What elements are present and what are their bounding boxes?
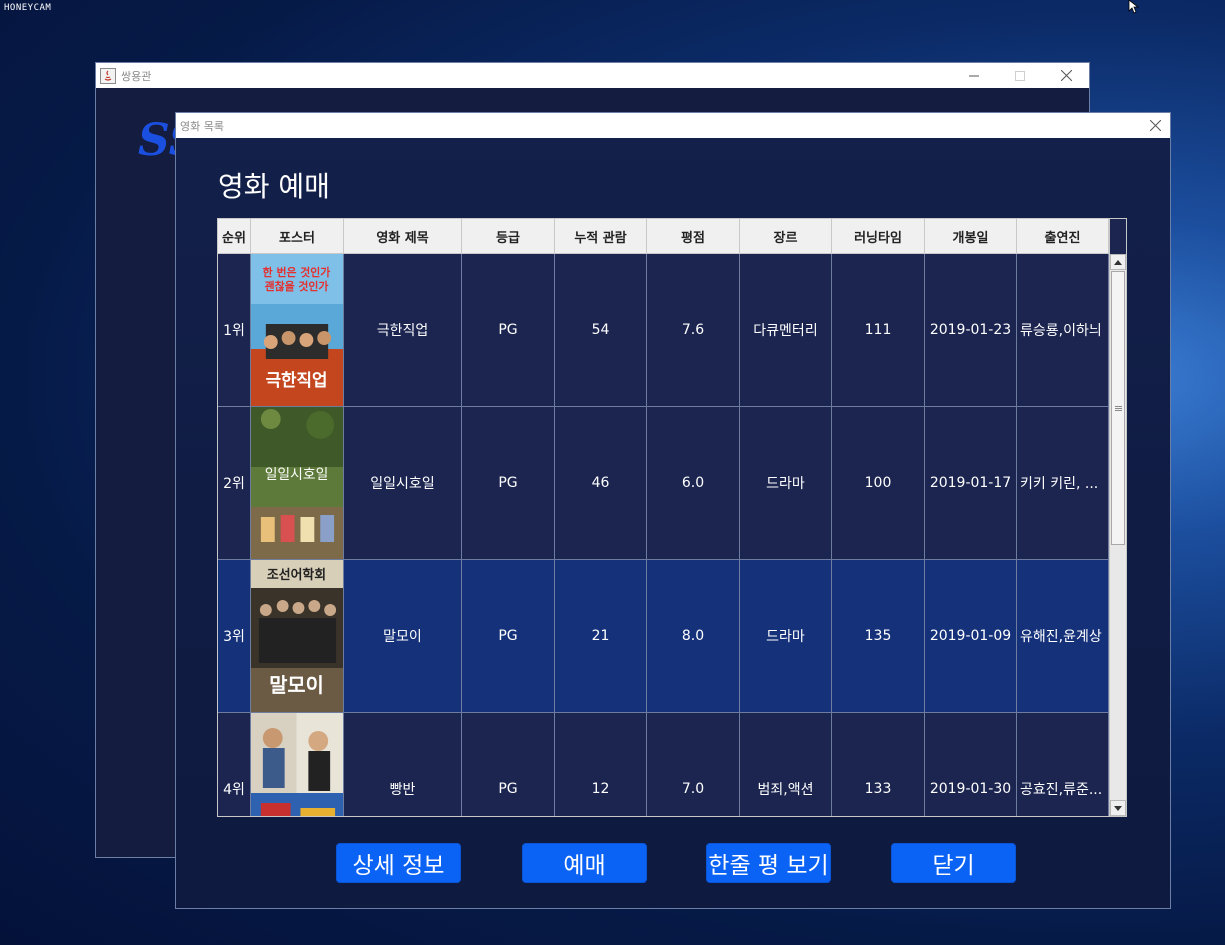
arrow-up-icon: [1114, 259, 1122, 265]
cell-rank: 3위: [218, 560, 251, 712]
cell-audience: 21: [555, 560, 647, 712]
cell-rank: 1위: [218, 254, 251, 406]
mouse-cursor-icon: [1128, 0, 1140, 14]
movie-list-dialog: 영화 목록 영화 예매 순위 포스터 영화 제목 등급 누적 관람 평점 장르 …: [175, 112, 1171, 909]
svg-text:극한직업: 극한직업: [266, 370, 328, 390]
honeycam-watermark: HONEYCAM: [4, 3, 52, 13]
cell-audience: 46: [555, 407, 647, 559]
poster-image: 조선어학회 말모이: [251, 560, 344, 712]
maximize-button[interactable]: [997, 63, 1043, 88]
java-app-icon: [100, 67, 116, 84]
cell-grade: PG: [462, 407, 555, 559]
cell-rank: 2위: [218, 407, 251, 559]
main-window-titlebar[interactable]: 쌍용관: [96, 63, 1089, 88]
cell-cast: 유해진,윤계상: [1017, 560, 1109, 712]
scroll-up-button[interactable]: [1110, 254, 1126, 270]
col-header-cast[interactable]: 출연진: [1017, 219, 1109, 253]
movie-list-titlebar[interactable]: 영화 목록: [176, 113, 1170, 138]
cell-grade: PG: [462, 560, 555, 712]
cell-genre: 다큐멘터리: [740, 254, 832, 406]
cell-title: 극한직업: [344, 254, 462, 406]
cell-release: 2019-01-09: [925, 560, 1017, 712]
cell-release: 2019-01-23: [925, 254, 1017, 406]
svg-text:일일시호일: 일일시호일: [265, 467, 329, 483]
col-header-runtime[interactable]: 러닝타임: [832, 219, 925, 253]
cell-rank: 4위: [218, 713, 251, 816]
cell-runtime: 135: [832, 560, 925, 712]
cell-release: 2019-01-17: [925, 407, 1017, 559]
grip-icon: [1114, 405, 1122, 411]
detail-info-button[interactable]: 상세 정보: [336, 843, 461, 883]
col-header-rating[interactable]: 평점: [647, 219, 740, 253]
table-body: 1위 한 번은 것인가 괜찮을 것인가 극한직업 극한직업 PG 54 7.6 …: [218, 254, 1109, 816]
main-window-title: 쌍용관: [121, 69, 152, 83]
col-header-grade[interactable]: 등급: [462, 219, 555, 253]
cell-title: 빵반: [344, 713, 462, 816]
movie-list-title: 영화 목록: [180, 119, 224, 133]
table-row-selected[interactable]: 3위 조선어학회 말모이 말모이 PG 21 8.0 드라마 135 2019-…: [218, 560, 1109, 713]
cell-cast: 키키 키린, ...: [1017, 407, 1109, 559]
cell-grade: PG: [462, 254, 555, 406]
table-row[interactable]: 1위 한 번은 것인가 괜찮을 것인가 극한직업 극한직업 PG 54 7.6 …: [218, 254, 1109, 407]
main-close-button[interactable]: [1043, 63, 1089, 88]
arrow-down-icon: [1114, 805, 1122, 811]
scrollbar-thumb[interactable]: [1111, 271, 1125, 545]
cell-rating: 6.0: [647, 407, 740, 559]
close-button[interactable]: 닫기: [891, 843, 1016, 883]
col-header-poster[interactable]: 포스터: [251, 219, 344, 253]
dialog-close-button[interactable]: [1140, 113, 1170, 138]
cell-title: 일일시호일: [344, 407, 462, 559]
svg-text:괜찮을 것인가: 괜찮을 것인가: [265, 279, 329, 293]
col-header-release[interactable]: 개봉일: [925, 219, 1017, 253]
minimize-icon: [969, 75, 979, 76]
cell-cast: 류승룡,이하늬: [1017, 254, 1109, 406]
cell-genre: 범죄,액션: [740, 713, 832, 816]
close-icon: [1149, 120, 1161, 131]
cell-runtime: 133: [832, 713, 925, 816]
maximize-icon: [1015, 70, 1025, 81]
svg-text:조선어학회: 조선어학회: [267, 567, 326, 583]
col-header-genre[interactable]: 장르: [740, 219, 832, 253]
cell-release: 2019-01-30: [925, 713, 1017, 816]
cell-genre: 드라마: [740, 407, 832, 559]
cell-grade: PG: [462, 713, 555, 816]
cell-audience: 12: [555, 713, 647, 816]
cell-runtime: 111: [832, 254, 925, 406]
cell-rating: 7.6: [647, 254, 740, 406]
table-row[interactable]: 2위 일일시호일 일일시호일 PG 46 6.0 드라마 100 2019-01…: [218, 407, 1109, 560]
table-scrollbar[interactable]: [1109, 254, 1126, 816]
poster-image: [251, 713, 344, 816]
svg-text:말모이: 말모이: [269, 674, 324, 697]
movie-table: 순위 포스터 영화 제목 등급 누적 관람 평점 장르 러닝타임 개봉일 출연진…: [217, 218, 1127, 817]
table-row[interactable]: 4위 빵반 PG 12 7.0 범죄,액션 133 2019-01-30 공효진…: [218, 713, 1109, 816]
poster-image: 한 번은 것인가 괜찮을 것인가 극한직업: [251, 254, 344, 406]
cell-rating: 7.0: [647, 713, 740, 816]
scroll-down-button[interactable]: [1110, 800, 1126, 816]
cell-genre: 드라마: [740, 560, 832, 712]
table-header: 순위 포스터 영화 제목 등급 누적 관람 평점 장르 러닝타임 개봉일 출연진: [218, 219, 1109, 254]
cell-cast: 공효진,류준...: [1017, 713, 1109, 816]
cell-audience: 54: [555, 254, 647, 406]
page-title: 영화 예매: [218, 170, 330, 203]
cell-rating: 8.0: [647, 560, 740, 712]
poster-image: 일일시호일: [251, 407, 344, 559]
reserve-button[interactable]: 예매: [522, 843, 647, 883]
col-header-rank[interactable]: 순위: [218, 219, 251, 253]
col-header-audience[interactable]: 누적 관람: [555, 219, 647, 253]
close-icon: [1060, 70, 1072, 81]
table-corner: [1109, 219, 1126, 254]
col-header-title[interactable]: 영화 제목: [344, 219, 462, 253]
minimize-button[interactable]: [951, 63, 997, 88]
cell-runtime: 100: [832, 407, 925, 559]
cell-title: 말모이: [344, 560, 462, 712]
svg-text:한 번은 것인가: 한 번은 것인가: [263, 265, 331, 279]
view-reviews-button[interactable]: 한줄 평 보기: [706, 843, 831, 883]
